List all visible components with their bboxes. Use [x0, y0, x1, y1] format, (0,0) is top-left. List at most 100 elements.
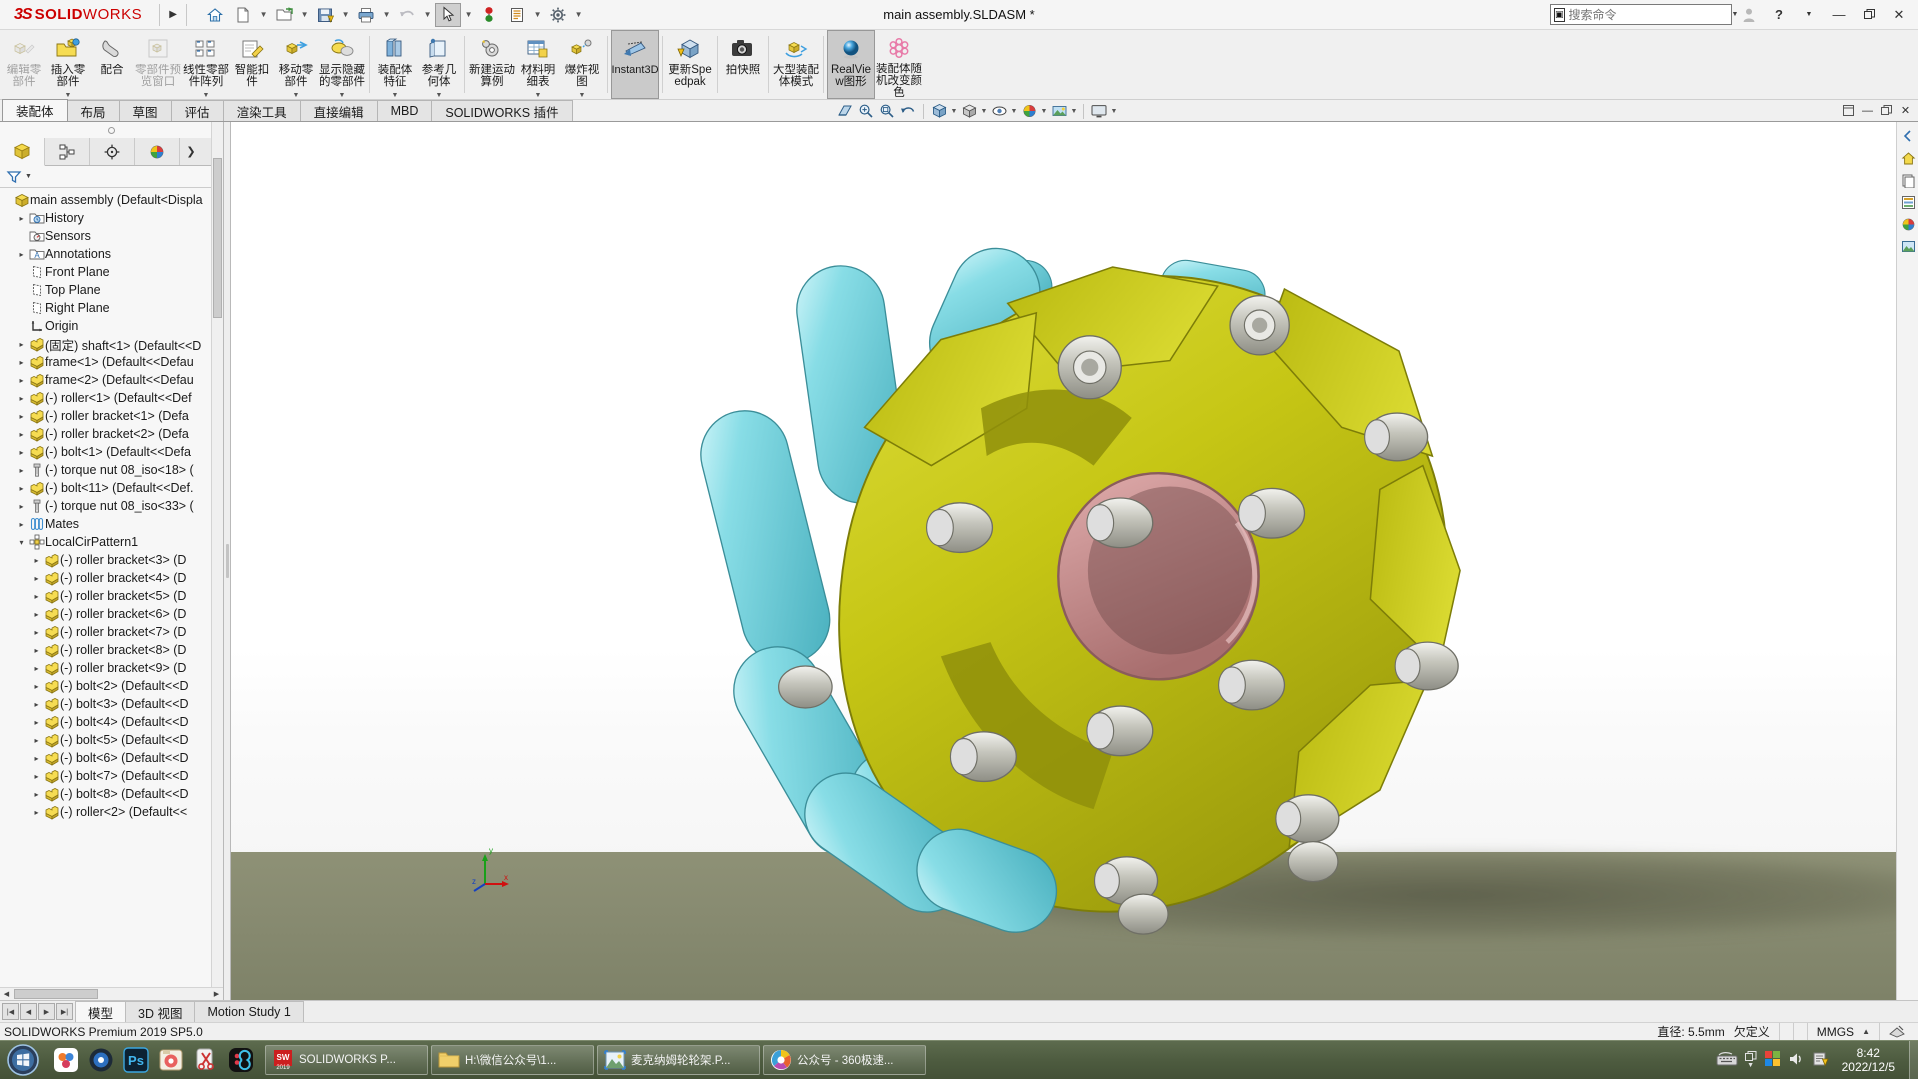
media-player-icon[interactable] — [85, 1043, 117, 1077]
tree-item[interactable]: ▸ (-) bolt<2> (Default<<D — [0, 677, 223, 695]
document-tab-2[interactable]: Motion Study 1 — [194, 1001, 304, 1022]
show-desktop-button[interactable] — [1909, 1040, 1918, 1079]
tab-2[interactable]: 草图 — [118, 100, 172, 121]
tree-vertical-scrollbar[interactable] — [211, 122, 223, 1000]
help-caret-icon[interactable]: ▼ — [1796, 3, 1822, 27]
home-icon[interactable] — [202, 3, 228, 27]
ribbon-button-reference-geometry[interactable]: 参考几何体 ▼ — [417, 30, 461, 99]
tree-item[interactable]: Top Plane — [0, 281, 223, 299]
tree-expand-icon[interactable]: ▸ — [30, 592, 43, 601]
tree-expand-icon[interactable]: ▸ — [15, 502, 28, 511]
display-manager-tab[interactable] — [135, 138, 180, 165]
tree-expand-icon[interactable]: ▸ — [30, 556, 43, 565]
graphics-area[interactable]: y x z — [231, 122, 1918, 1000]
ribbon-button-caret-icon[interactable]: ▼ — [579, 92, 586, 99]
ribbon-button-smart-fastener[interactable]: 智能扣件 — [230, 30, 274, 99]
tree-expand-icon[interactable]: ▸ — [15, 430, 28, 439]
filter-icon[interactable] — [6, 169, 22, 185]
scenes-sphere-icon[interactable] — [1897, 213, 1918, 235]
tree-item[interactable]: ▸ (-) roller bracket<8> (D — [0, 641, 223, 659]
doc-close-icon[interactable]: ✕ — [1897, 102, 1914, 119]
tree-expand-icon[interactable]: ▸ — [30, 628, 43, 637]
hscroll-thumb[interactable] — [14, 989, 98, 999]
tab-0[interactable]: 装配体 — [2, 99, 68, 121]
windows-start-orb[interactable] — [0, 1042, 46, 1079]
tree-item[interactable]: ▸ (-) roller bracket<5> (D — [0, 587, 223, 605]
configuration-manager-tab[interactable] — [90, 138, 135, 165]
documents-icon[interactable] — [1897, 169, 1918, 191]
tab-3[interactable]: 评估 — [170, 100, 224, 121]
property-manager-tab[interactable] — [45, 138, 90, 165]
section-view-icon[interactable] — [835, 102, 855, 120]
qq-icon[interactable] — [225, 1043, 257, 1077]
tree-item[interactable]: ▸ History — [0, 209, 223, 227]
ribbon-button-linear-pattern[interactable]: 线性零部件阵列 ▼ — [182, 30, 230, 99]
ribbon-button-exploded-view[interactable]: 爆炸视图 ▼ — [560, 30, 604, 99]
open-folder-icon[interactable] — [271, 3, 297, 27]
search-input[interactable] — [1568, 7, 1724, 22]
ribbon-button-caret-icon[interactable]: ▼ — [535, 92, 542, 99]
tree-expand-icon[interactable]: ▸ — [15, 250, 28, 259]
ribbon-button-insert-component[interactable]: 插入零部件 ▼ — [46, 30, 90, 99]
tree-expand-icon[interactable]: ▾ — [15, 538, 28, 547]
view-orientation-cube-icon[interactable] — [929, 102, 949, 120]
scroll-right-arrow-icon[interactable]: ▶ — [210, 988, 223, 1000]
appearance-caret-icon[interactable]: ▼ — [1040, 108, 1048, 115]
tree-expand-icon[interactable]: ▸ — [15, 484, 28, 493]
taskbar-item-3[interactable]: 公众号 - 360极速... — [763, 1045, 926, 1075]
save-icon[interactable]: ! — [312, 3, 338, 27]
editing-part-icon[interactable] — [1879, 1022, 1914, 1041]
user-account-icon[interactable] — [1736, 3, 1762, 27]
select-caret-icon[interactable]: ▼ — [463, 10, 474, 19]
ribbon-button-show-hidden-components[interactable]: 显示隐藏的零部件 ▼ — [318, 30, 366, 99]
tree-expand-icon[interactable]: ▸ — [15, 520, 28, 529]
tree-item[interactable]: ▸ (-) roller bracket<9> (D — [0, 659, 223, 677]
tree-item[interactable]: ▸ (-) torque nut 08_iso<18> ( — [0, 461, 223, 479]
ribbon-button-caret-icon[interactable]: ▼ — [436, 92, 443, 99]
next-icon[interactable]: ▶ — [38, 1003, 55, 1020]
new-document-caret-icon[interactable]: ▼ — [258, 10, 269, 19]
tree-item[interactable]: ▸ (-) roller bracket<1> (Defa — [0, 407, 223, 425]
tree-filter-bar[interactable]: ▼ — [0, 166, 223, 188]
tree-expand-icon[interactable]: ▸ — [15, 340, 28, 349]
photoshop-icon[interactable]: Ps — [120, 1043, 152, 1077]
tree-item[interactable]: Origin — [0, 317, 223, 335]
tree-item[interactable]: main assembly (Default<Displa — [0, 191, 223, 209]
ribbon-button-assembly-feature[interactable]: 装配体特征 ▼ — [373, 30, 417, 99]
last-icon[interactable]: ▶| — [56, 1003, 73, 1020]
filter-caret-icon[interactable]: ▼ — [25, 173, 32, 180]
first-icon[interactable]: |◀ — [2, 1003, 19, 1020]
minimize-icon[interactable]: — — [1826, 3, 1852, 27]
ribbon-button-realview-graphics[interactable]: RealView图形 — [827, 30, 875, 99]
tree-item[interactable]: ▸ (-) roller bracket<3> (D — [0, 551, 223, 569]
scroll-thumb[interactable] — [213, 158, 222, 318]
tab-6[interactable]: MBD — [376, 100, 433, 121]
ribbon-button-large-assembly-mode[interactable]: 大型装配体模式 — [772, 30, 820, 99]
tree-item[interactable]: Sensors — [0, 227, 223, 245]
previous-view-icon[interactable] — [898, 102, 918, 120]
taskbar-item-2[interactable]: 麦克纳姆轮轮架.P... — [597, 1045, 760, 1075]
tree-item[interactable]: ▸ (-) bolt<5> (Default<<D — [0, 731, 223, 749]
edit-appearance-icon[interactable] — [1019, 102, 1039, 120]
tree-item[interactable]: ▸ (-) roller bracket<4> (D — [0, 569, 223, 587]
display-style-caret-icon[interactable]: ▼ — [980, 108, 988, 115]
tree-expand-icon[interactable]: ▸ — [30, 682, 43, 691]
undo-caret-icon[interactable]: ▼ — [422, 10, 433, 19]
tree-item[interactable]: ▸ (-) roller<1> (Default<<Def — [0, 389, 223, 407]
hide-show-caret-icon[interactable]: ▼ — [1010, 108, 1018, 115]
ribbon-button-instant3d[interactable]: Instant3D — [611, 30, 659, 99]
previous-icon[interactable]: ◀ — [20, 1003, 37, 1020]
gear-icon[interactable] — [545, 3, 571, 27]
tree-expand-icon[interactable]: ▸ — [15, 412, 28, 421]
tree-expand-icon[interactable]: ▸ — [30, 754, 43, 763]
tree-item[interactable]: Right Plane — [0, 299, 223, 317]
keyboard-icon[interactable] — [1716, 1051, 1738, 1069]
feature-tree-tab[interactable] — [0, 138, 45, 166]
tree-expand-icon[interactable]: ▸ — [15, 394, 28, 403]
tree-item[interactable]: ▸ frame<1> (Default<<Defau — [0, 353, 223, 371]
zoom-area-icon[interactable] — [877, 102, 897, 120]
collapse-pane-icon[interactable] — [1897, 125, 1918, 147]
undo-icon[interactable] — [394, 3, 420, 27]
ribbon-button-snapshot[interactable]: 拍快照 — [721, 30, 765, 99]
tab-1[interactable]: 布局 — [66, 100, 120, 121]
